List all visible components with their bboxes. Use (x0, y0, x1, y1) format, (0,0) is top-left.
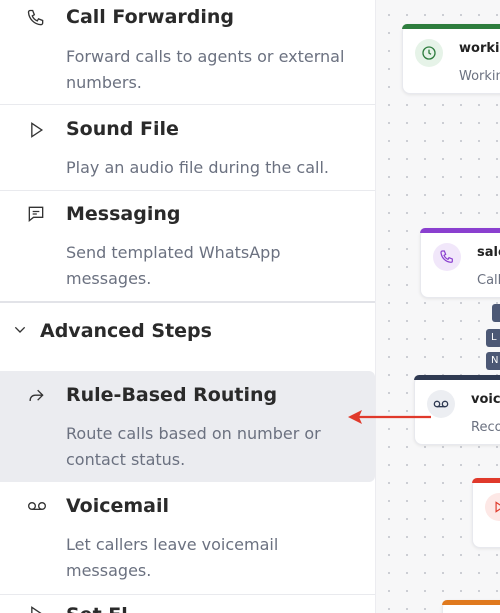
node-accent-bar (402, 24, 500, 29)
flow-node-sound[interactable] (472, 478, 500, 548)
play-icon (31, 122, 44, 138)
node-label: voice (471, 392, 500, 407)
step-title: Set Fl (66, 604, 128, 613)
divider (0, 594, 375, 595)
share-arrow-icon (29, 389, 44, 401)
route-tag: L (486, 329, 500, 347)
section-title: Advanced Steps (40, 320, 212, 342)
flow-node-sales[interactable]: sale Call (420, 228, 500, 298)
node-accent-bar (442, 600, 500, 605)
flow-node-working[interactable]: workin Workin (402, 24, 500, 94)
step-title: Call Forwarding (66, 6, 235, 28)
steps-panel: Call Forwarding Forward calls to agents … (0, 0, 375, 613)
step-description: Send templated WhatsApp messages. (66, 243, 281, 288)
step-description: Play an audio file during the call. (66, 158, 329, 177)
flow-canvas[interactable]: workin Workin sale Call L N voice Recor (375, 0, 500, 613)
play-icon (31, 606, 42, 613)
node-accent-bar (472, 478, 500, 483)
clock-icon (415, 39, 443, 67)
route-tag: N (486, 352, 500, 370)
divider (0, 301, 375, 303)
message-icon (28, 206, 44, 223)
node-label: sale (477, 245, 500, 260)
node-label: workin (459, 41, 500, 56)
advanced-steps-header[interactable]: Advanced Steps (0, 318, 375, 348)
step-description: Let callers leave voicemail messages. (66, 535, 279, 580)
step-title: Rule-Based Routing (66, 384, 278, 406)
step-description: Forward calls to agents or external numb… (66, 47, 345, 92)
voicemail-icon (28, 502, 46, 510)
phone-icon (433, 243, 461, 271)
annotation-arrow-icon (348, 410, 431, 424)
node-subtitle: Recor (471, 420, 500, 435)
chevron-down-icon (14, 326, 26, 333)
step-title: Voicemail (66, 495, 170, 517)
node-subtitle: Workin (459, 69, 500, 84)
flow-node-partial[interactable] (442, 600, 500, 613)
step-title: Sound File (66, 118, 179, 140)
play-icon (485, 493, 500, 521)
divider (0, 104, 375, 105)
node-accent-bar (420, 228, 500, 233)
node-subtitle: Call (477, 273, 500, 288)
step-description: Route calls based on number or contact s… (66, 424, 321, 469)
phone-icon (27, 9, 44, 26)
route-tag (492, 304, 500, 322)
divider (0, 190, 375, 191)
node-accent-bar (414, 375, 500, 380)
step-title: Messaging (66, 203, 181, 225)
